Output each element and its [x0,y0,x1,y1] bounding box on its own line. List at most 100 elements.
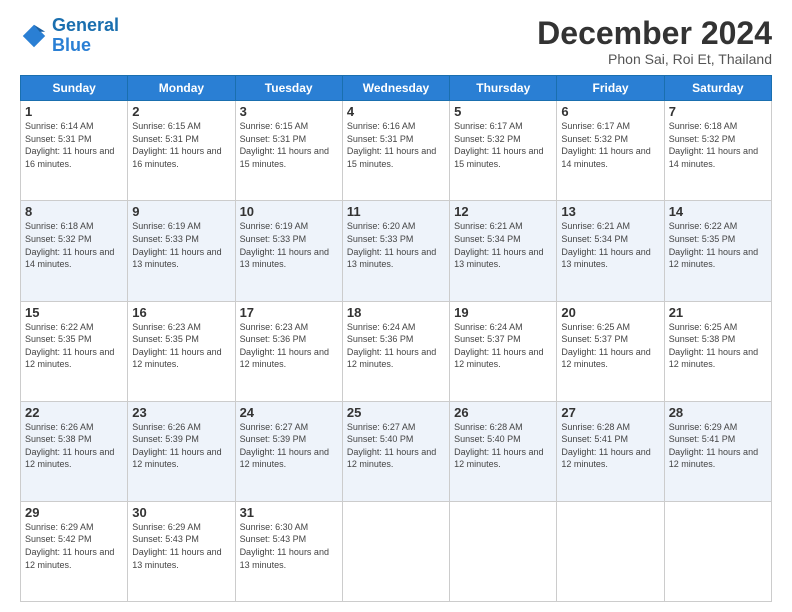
day-info: Sunrise: 6:22 AMSunset: 5:35 PMDaylight:… [669,221,758,269]
day-number: 14 [669,204,767,219]
day-number: 17 [240,305,338,320]
logo-text: General Blue [52,16,119,56]
day-number: 10 [240,204,338,219]
calendar-cell: 12 Sunrise: 6:21 AMSunset: 5:34 PMDaylig… [450,201,557,301]
title-block: December 2024 Phon Sai, Roi Et, Thailand [537,16,772,67]
day-number: 13 [561,204,659,219]
day-number: 23 [132,405,230,420]
calendar-cell: 8 Sunrise: 6:18 AMSunset: 5:32 PMDayligh… [21,201,128,301]
day-number: 31 [240,505,338,520]
day-info: Sunrise: 6:23 AMSunset: 5:36 PMDaylight:… [240,322,329,370]
calendar-week-1: 1 Sunrise: 6:14 AMSunset: 5:31 PMDayligh… [21,101,772,201]
calendar-week-3: 15 Sunrise: 6:22 AMSunset: 5:35 PMDaylig… [21,301,772,401]
header: General Blue December 2024 Phon Sai, Roi… [20,16,772,67]
day-info: Sunrise: 6:28 AMSunset: 5:41 PMDaylight:… [561,422,650,470]
day-number: 7 [669,104,767,119]
day-info: Sunrise: 6:15 AMSunset: 5:31 PMDaylight:… [132,121,221,169]
day-info: Sunrise: 6:24 AMSunset: 5:36 PMDaylight:… [347,322,436,370]
calendar-cell: 14 Sunrise: 6:22 AMSunset: 5:35 PMDaylig… [664,201,771,301]
day-info: Sunrise: 6:14 AMSunset: 5:31 PMDaylight:… [25,121,114,169]
calendar-week-5: 29 Sunrise: 6:29 AMSunset: 5:42 PMDaylig… [21,501,772,601]
calendar-cell: 27 Sunrise: 6:28 AMSunset: 5:41 PMDaylig… [557,401,664,501]
day-header-tuesday: Tuesday [235,76,342,101]
day-info: Sunrise: 6:21 AMSunset: 5:34 PMDaylight:… [561,221,650,269]
day-number: 5 [454,104,552,119]
day-number: 19 [454,305,552,320]
day-info: Sunrise: 6:18 AMSunset: 5:32 PMDaylight:… [669,121,758,169]
day-info: Sunrise: 6:28 AMSunset: 5:40 PMDaylight:… [454,422,543,470]
calendar-cell: 5 Sunrise: 6:17 AMSunset: 5:32 PMDayligh… [450,101,557,201]
day-info: Sunrise: 6:25 AMSunset: 5:37 PMDaylight:… [561,322,650,370]
calendar-cell: 11 Sunrise: 6:20 AMSunset: 5:33 PMDaylig… [342,201,449,301]
calendar-cell: 13 Sunrise: 6:21 AMSunset: 5:34 PMDaylig… [557,201,664,301]
calendar-cell: 31 Sunrise: 6:30 AMSunset: 5:43 PMDaylig… [235,501,342,601]
calendar-cell: 23 Sunrise: 6:26 AMSunset: 5:39 PMDaylig… [128,401,235,501]
day-number: 6 [561,104,659,119]
calendar-cell: 28 Sunrise: 6:29 AMSunset: 5:41 PMDaylig… [664,401,771,501]
day-number: 28 [669,405,767,420]
day-info: Sunrise: 6:20 AMSunset: 5:33 PMDaylight:… [347,221,436,269]
calendar-cell: 1 Sunrise: 6:14 AMSunset: 5:31 PMDayligh… [21,101,128,201]
day-info: Sunrise: 6:26 AMSunset: 5:39 PMDaylight:… [132,422,221,470]
calendar-cell: 6 Sunrise: 6:17 AMSunset: 5:32 PMDayligh… [557,101,664,201]
calendar-cell: 30 Sunrise: 6:29 AMSunset: 5:43 PMDaylig… [128,501,235,601]
day-number: 22 [25,405,123,420]
day-number: 11 [347,204,445,219]
day-header-monday: Monday [128,76,235,101]
calendar-cell: 25 Sunrise: 6:27 AMSunset: 5:40 PMDaylig… [342,401,449,501]
calendar-cell: 29 Sunrise: 6:29 AMSunset: 5:42 PMDaylig… [21,501,128,601]
calendar-cell: 20 Sunrise: 6:25 AMSunset: 5:37 PMDaylig… [557,301,664,401]
calendar-cell [342,501,449,601]
calendar-cell: 24 Sunrise: 6:27 AMSunset: 5:39 PMDaylig… [235,401,342,501]
day-number: 18 [347,305,445,320]
location: Phon Sai, Roi Et, Thailand [537,51,772,67]
day-info: Sunrise: 6:30 AMSunset: 5:43 PMDaylight:… [240,522,329,570]
calendar-cell: 3 Sunrise: 6:15 AMSunset: 5:31 PMDayligh… [235,101,342,201]
calendar-week-4: 22 Sunrise: 6:26 AMSunset: 5:38 PMDaylig… [21,401,772,501]
day-number: 29 [25,505,123,520]
logo-blue: Blue [52,35,91,55]
day-number: 15 [25,305,123,320]
day-header-sunday: Sunday [21,76,128,101]
day-number: 3 [240,104,338,119]
day-info: Sunrise: 6:21 AMSunset: 5:34 PMDaylight:… [454,221,543,269]
logo-general: General [52,15,119,35]
day-number: 25 [347,405,445,420]
calendar-cell: 22 Sunrise: 6:26 AMSunset: 5:38 PMDaylig… [21,401,128,501]
calendar-cell: 9 Sunrise: 6:19 AMSunset: 5:33 PMDayligh… [128,201,235,301]
day-info: Sunrise: 6:22 AMSunset: 5:35 PMDaylight:… [25,322,114,370]
day-info: Sunrise: 6:17 AMSunset: 5:32 PMDaylight:… [561,121,650,169]
day-info: Sunrise: 6:27 AMSunset: 5:40 PMDaylight:… [347,422,436,470]
day-info: Sunrise: 6:24 AMSunset: 5:37 PMDaylight:… [454,322,543,370]
day-number: 30 [132,505,230,520]
logo-icon [20,22,48,50]
day-info: Sunrise: 6:16 AMSunset: 5:31 PMDaylight:… [347,121,436,169]
day-info: Sunrise: 6:19 AMSunset: 5:33 PMDaylight:… [132,221,221,269]
day-header-thursday: Thursday [450,76,557,101]
day-number: 27 [561,405,659,420]
day-number: 16 [132,305,230,320]
day-number: 24 [240,405,338,420]
day-info: Sunrise: 6:29 AMSunset: 5:43 PMDaylight:… [132,522,221,570]
day-header-friday: Friday [557,76,664,101]
calendar-table: SundayMondayTuesdayWednesdayThursdayFrid… [20,75,772,602]
day-number: 2 [132,104,230,119]
logo: General Blue [20,16,119,56]
day-header-saturday: Saturday [664,76,771,101]
day-info: Sunrise: 6:26 AMSunset: 5:38 PMDaylight:… [25,422,114,470]
calendar-cell: 18 Sunrise: 6:24 AMSunset: 5:36 PMDaylig… [342,301,449,401]
day-header-wednesday: Wednesday [342,76,449,101]
day-info: Sunrise: 6:25 AMSunset: 5:38 PMDaylight:… [669,322,758,370]
day-info: Sunrise: 6:15 AMSunset: 5:31 PMDaylight:… [240,121,329,169]
day-number: 12 [454,204,552,219]
day-number: 26 [454,405,552,420]
calendar-cell: 15 Sunrise: 6:22 AMSunset: 5:35 PMDaylig… [21,301,128,401]
calendar-cell: 7 Sunrise: 6:18 AMSunset: 5:32 PMDayligh… [664,101,771,201]
calendar-week-2: 8 Sunrise: 6:18 AMSunset: 5:32 PMDayligh… [21,201,772,301]
calendar-cell: 16 Sunrise: 6:23 AMSunset: 5:35 PMDaylig… [128,301,235,401]
day-number: 9 [132,204,230,219]
calendar-cell: 17 Sunrise: 6:23 AMSunset: 5:36 PMDaylig… [235,301,342,401]
day-number: 20 [561,305,659,320]
page: General Blue December 2024 Phon Sai, Roi… [0,0,792,612]
day-info: Sunrise: 6:27 AMSunset: 5:39 PMDaylight:… [240,422,329,470]
